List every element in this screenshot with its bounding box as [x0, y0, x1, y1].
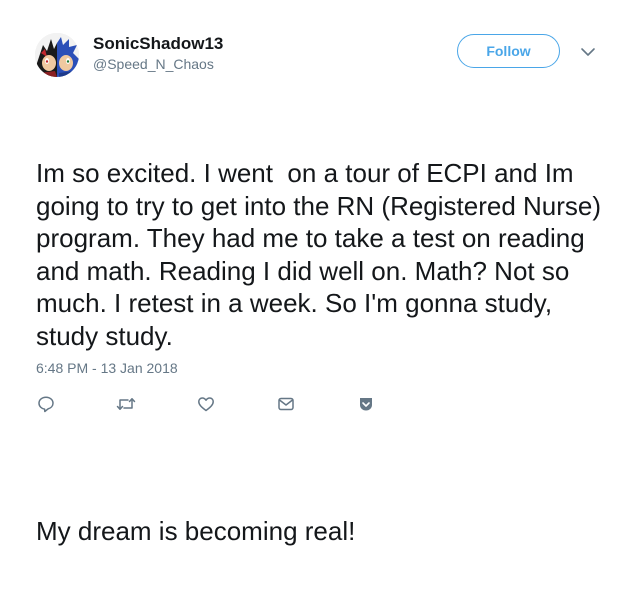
tweet-card: SonicShadow13 @Speed_N_Chaos Follow Im s…: [0, 0, 627, 546]
tweet-paragraph: Im so excited. I went on a tour of ECPI …: [36, 158, 609, 351]
direct-message-icon[interactable]: [275, 393, 297, 415]
retweet-icon[interactable]: [115, 393, 137, 415]
display-name[interactable]: SonicShadow13: [93, 34, 223, 54]
avatar-image: [35, 33, 79, 77]
save-icon[interactable]: [355, 393, 377, 415]
avatar[interactable]: [35, 33, 79, 77]
tweet-text: Im so excited. I went on a tour of ECPI …: [36, 92, 611, 612]
like-icon[interactable]: [195, 393, 217, 415]
tweet-paragraph: My dream is becoming real!: [36, 515, 356, 546]
user-handle[interactable]: @Speed_N_Chaos: [93, 56, 214, 72]
chevron-down-icon[interactable]: [578, 42, 598, 62]
reply-icon[interactable]: [35, 393, 57, 415]
follow-button[interactable]: Follow: [457, 34, 560, 68]
tweet-timestamp[interactable]: 6:48 PM - 13 Jan 2018: [36, 360, 178, 376]
